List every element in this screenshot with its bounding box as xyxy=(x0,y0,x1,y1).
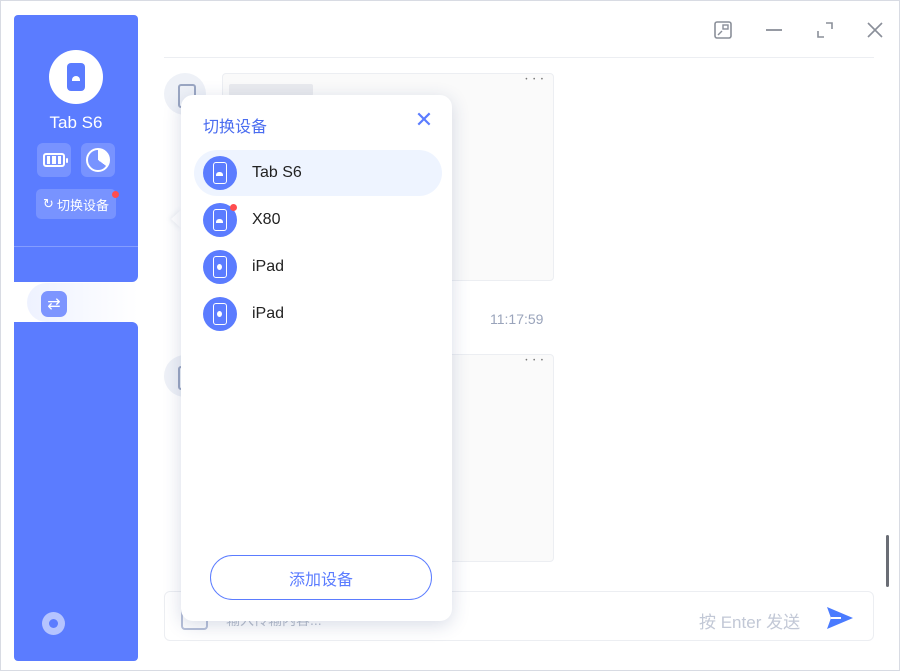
apple-phone-icon xyxy=(203,250,237,284)
device-item-tab-s6[interactable]: Tab S6 xyxy=(194,150,442,196)
device-name: Tab S6 xyxy=(49,113,103,132)
android-phone-icon xyxy=(67,63,85,91)
device-avatar[interactable] xyxy=(49,50,103,104)
sidebar-divider xyxy=(14,246,138,247)
battery-status[interactable] xyxy=(37,143,71,177)
popup-title: 切换设备 xyxy=(203,119,268,136)
add-device-button[interactable]: 添加设备 xyxy=(210,555,432,600)
device-item-ipad[interactable]: iPad xyxy=(194,291,442,337)
device-item-ipad[interactable]: iPad xyxy=(194,244,442,290)
device-label: iPad xyxy=(252,305,285,322)
chat-scrollbar[interactable] xyxy=(886,535,889,587)
sidebar-nav-panel xyxy=(14,322,138,661)
apple-phone-icon xyxy=(203,297,237,331)
send-hint: 按 Enter 发送 xyxy=(699,613,801,632)
settings-gear-icon[interactable] xyxy=(42,612,65,635)
device-label: Tab S6 xyxy=(252,164,302,181)
switch-device-label: 切换设备 xyxy=(56,197,109,213)
storage-pie-icon xyxy=(86,148,110,172)
send-icon[interactable] xyxy=(824,602,856,634)
refresh-icon: ↻ xyxy=(43,196,54,211)
battery-icon xyxy=(43,153,68,167)
device-label: X80 xyxy=(252,211,281,228)
notification-dot xyxy=(112,191,119,198)
storage-status[interactable] xyxy=(81,143,115,177)
sync-icon: ⇄ xyxy=(41,291,67,317)
app-window: Tab S6 ↻ 切换设备 ⇄ • • • 11:17:59 • • • + 输… xyxy=(0,0,900,671)
android-phone-icon xyxy=(203,156,237,190)
maximize-icon[interactable] xyxy=(813,18,837,42)
close-icon[interactable] xyxy=(863,18,887,42)
close-icon[interactable]: ✕ xyxy=(413,109,435,131)
notification-dot xyxy=(230,204,237,211)
minimize-icon[interactable] xyxy=(762,18,786,42)
device-item-x80[interactable]: X80 xyxy=(194,197,442,243)
switch-device-button[interactable]: ↻ 切换设备 xyxy=(36,189,116,219)
screenshot-icon[interactable] xyxy=(711,18,735,42)
device-label: iPad xyxy=(252,258,285,275)
header-divider xyxy=(164,57,874,58)
message-timestamp: 11:17:59 xyxy=(490,311,544,327)
